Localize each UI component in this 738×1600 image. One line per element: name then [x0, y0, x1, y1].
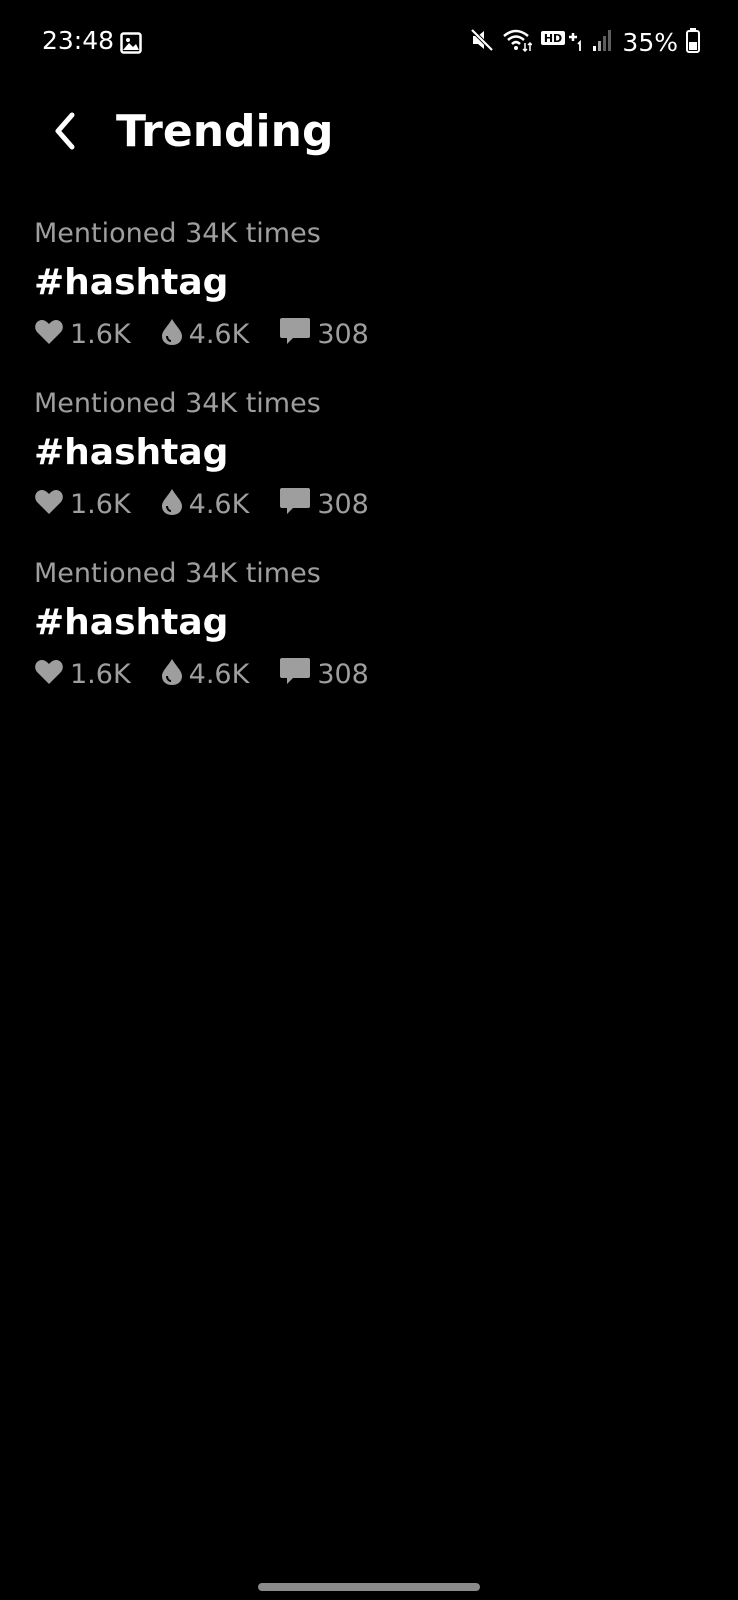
trend-hashtag: #hashtag [34, 432, 229, 473]
home-indicator[interactable] [258, 1583, 480, 1591]
trend-mention-count: Mentioned 34K times [34, 558, 321, 589]
status-time: 23:48 [42, 26, 115, 55]
heart-icon [34, 319, 70, 349]
comments-count: 308 [317, 318, 369, 350]
drops-stat: 4.6K [161, 488, 250, 520]
status-bar: 23:48 HD 35% [0, 0, 738, 88]
drops-stat: 4.6K [161, 318, 250, 350]
heart-icon [34, 489, 70, 519]
trend-mention-count: Mentioned 34K times [34, 388, 321, 419]
likes-count: 1.6K [70, 318, 131, 350]
chevron-left-icon [50, 111, 80, 155]
battery-icon [686, 27, 700, 57]
drops-count: 4.6K [188, 658, 250, 690]
trend-hashtag: #hashtag [34, 602, 229, 643]
comments-count: 308 [317, 658, 369, 690]
signal-icon [592, 28, 612, 56]
hd-voice-icon: HD [540, 27, 584, 57]
comments-stat: 308 [279, 657, 369, 691]
comment-icon [279, 657, 317, 691]
trend-item[interactable]: Mentioned 34K times #hashtag 1.6K 4.6K 3… [34, 552, 704, 722]
drop-icon [161, 488, 189, 520]
comments-stat: 308 [279, 487, 369, 521]
gallery-icon [120, 32, 142, 54]
drops-stat: 4.6K [161, 658, 250, 690]
drops-count: 4.6K [188, 318, 250, 350]
comments-count: 308 [317, 488, 369, 520]
svg-text:HD: HD [544, 32, 562, 45]
trend-mention-count: Mentioned 34K times [34, 218, 321, 249]
mute-icon [470, 27, 494, 57]
drops-count: 4.6K [188, 488, 250, 520]
likes-stat: 1.6K [34, 319, 131, 350]
trend-item[interactable]: Mentioned 34K times #hashtag 1.6K 4.6K 3… [34, 212, 704, 382]
trend-stats: 1.6K 4.6K 308 [34, 486, 399, 522]
back-button[interactable] [40, 108, 90, 158]
comment-icon [279, 317, 317, 351]
page-title: Trending [116, 106, 334, 157]
likes-count: 1.6K [70, 488, 131, 520]
status-icons: HD 35% [470, 24, 700, 60]
likes-count: 1.6K [70, 658, 131, 690]
heart-icon [34, 659, 70, 689]
trend-item[interactable]: Mentioned 34K times #hashtag 1.6K 4.6K 3… [34, 382, 704, 552]
comment-icon [279, 487, 317, 521]
trend-stats: 1.6K 4.6K 308 [34, 316, 399, 352]
trend-stats: 1.6K 4.6K 308 [34, 656, 399, 692]
trend-hashtag: #hashtag [34, 262, 229, 303]
likes-stat: 1.6K [34, 659, 131, 690]
battery-percent: 35% [622, 27, 678, 57]
wifi-icon [502, 27, 533, 57]
likes-stat: 1.6K [34, 489, 131, 520]
drop-icon [161, 318, 189, 350]
drop-icon [161, 658, 189, 690]
header: Trending [0, 100, 738, 170]
trend-list: Mentioned 34K times #hashtag 1.6K 4.6K 3… [34, 212, 704, 722]
comments-stat: 308 [279, 317, 369, 351]
